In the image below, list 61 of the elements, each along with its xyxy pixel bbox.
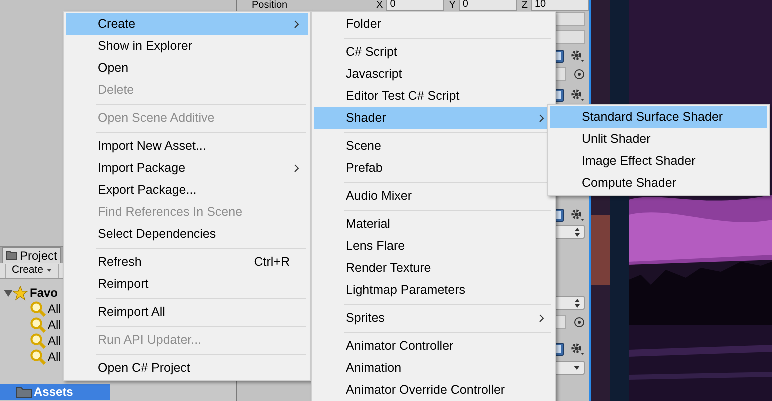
tree-item[interactable]: All [48,348,62,366]
menu-item[interactable]: Image Effect Shader [550,150,767,172]
text-field[interactable] [553,30,585,44]
search-icon [30,301,46,317]
menu-item[interactable]: Refresh Ctrl+R [66,251,308,273]
menu-item[interactable]: Material [314,213,553,235]
menu-item[interactable]: Import Package [66,157,308,179]
menu-item[interactable]: Compute Shader [550,172,767,194]
expand-arrow-icon[interactable] [4,288,13,298]
menu-item[interactable]: Sprites [314,307,553,329]
tree-item[interactable]: Favo [30,284,58,302]
number-field[interactable]: 0 [386,0,444,11]
object-picker-icon[interactable] [574,316,585,328]
up-down-arrow-icon [575,298,580,308]
menu-item[interactable]: Standard Surface Shader [550,106,767,128]
folder-icon [16,386,32,398]
menu-item[interactable]: Render Texture [314,257,553,279]
search-icon [30,349,46,365]
menu-item[interactable]: Animation [314,357,553,379]
menu-item[interactable]: C# Script [314,41,553,63]
settings-icon[interactable] [571,208,585,222]
folder-icon [6,251,17,260]
menu-item[interactable]: Folder [314,13,553,35]
tree-item[interactable]: All [48,300,62,318]
menu-item[interactable]: Create [66,13,308,35]
menu-item[interactable]: Lens Flare [314,235,553,257]
search-icon [30,333,46,349]
menu-item[interactable]: Export Package... [66,179,308,201]
up-down-arrow-icon [575,228,580,236]
menu-item[interactable]: Editor Test C# Script [314,85,553,107]
tab[interactable]: Project [2,247,62,263]
menu-item[interactable]: Open C# Project [66,357,308,379]
create-button[interactable]: Create [5,264,59,278]
tree-item[interactable]: All [48,332,62,350]
menu-item[interactable]: Lightmap Parameters [314,279,553,301]
menu-item[interactable]: Javascript [314,63,553,85]
field-label: Position [252,0,289,11]
number-field[interactable]: 0 [458,0,517,11]
menu-item[interactable]: Import New Asset... [66,135,308,157]
axis-label: Z [522,0,528,11]
text-field[interactable] [553,12,585,26]
menu-item[interactable]: Reimport [66,273,308,295]
number-field[interactable]: 10 [531,0,589,11]
menu-item[interactable]: Animator Controller [314,335,553,357]
settings-icon[interactable] [571,50,585,62]
settings-icon[interactable] [571,88,585,102]
menu-item[interactable]: Select Dependencies [66,223,308,245]
search-icon [30,317,46,333]
settings-icon[interactable] [571,342,585,356]
star-icon [13,286,28,300]
menu-item[interactable]: Unlit Shader [550,128,767,150]
axis-label: X [376,0,384,11]
menu-item[interactable]: Show in Explorer [66,35,308,57]
tree-item[interactable]: All [48,316,62,334]
caret-icon [46,269,52,272]
axis-label: Y [449,0,456,11]
caret-icon [574,366,580,370]
menu-item[interactable]: Open [66,57,308,79]
menu-item[interactable]: Reimport All [66,301,308,323]
object-picker-icon[interactable] [574,68,585,80]
menu-item[interactable]: Animator Override Controller [314,379,553,401]
